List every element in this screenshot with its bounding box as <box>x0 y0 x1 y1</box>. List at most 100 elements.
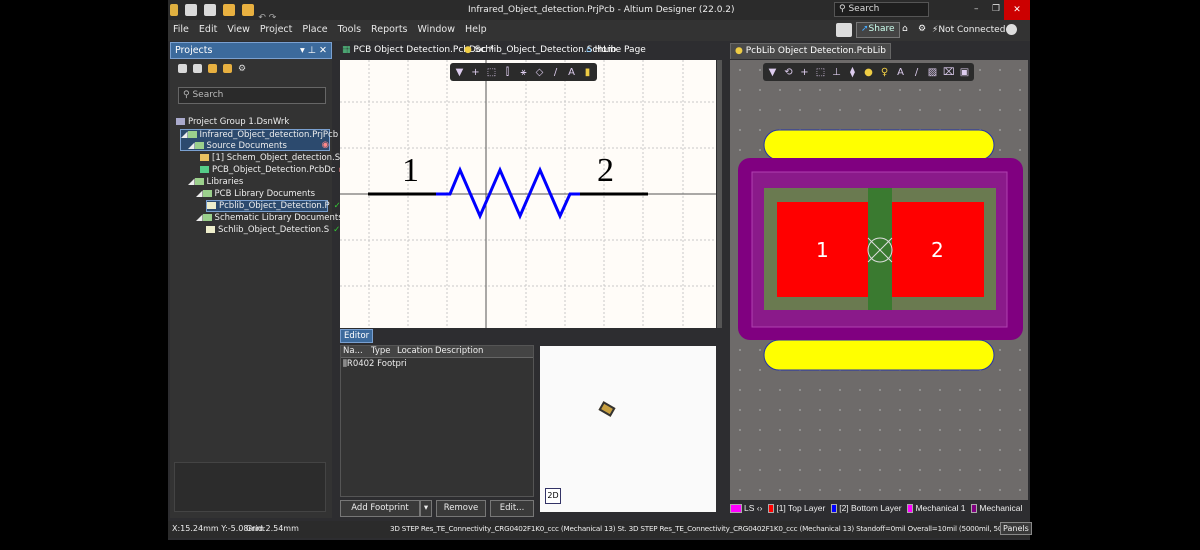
project-icon <box>187 131 197 138</box>
open-icon[interactable] <box>222 4 235 16</box>
filter-icon[interactable]: ▼ <box>454 67 465 78</box>
layer-bottom[interactable]: [2] Bottom Layer <box>831 503 902 514</box>
layer-top[interactable]: [1] Top Layer <box>768 503 825 514</box>
layer-color-swatch <box>768 504 775 514</box>
menu-window[interactable]: Window <box>413 20 460 35</box>
text-icon[interactable]: A <box>566 67 577 78</box>
altium-logo-icon <box>170 4 178 16</box>
table-header: Na... Type Location Description <box>341 346 533 358</box>
edit-button[interactable]: Edit... <box>490 500 534 517</box>
gear-icon[interactable]: ⚙ <box>918 24 926 34</box>
comment-button[interactable] <box>836 23 852 37</box>
editor-tab[interactable]: Editor <box>340 329 374 343</box>
pattern-icon[interactable]: ⧫ <box>847 67 858 78</box>
pin-icon[interactable]: ⚹ <box>518 67 529 78</box>
restore-button[interactable]: ❐ <box>992 4 1000 14</box>
tree-item-pcblib[interactable]: Pcblib_Object_Detection.P ✓ <box>206 200 341 212</box>
line-icon[interactable]: / <box>911 67 922 78</box>
home-icon[interactable]: ⌂ <box>902 24 908 34</box>
ieee-symbol-icon[interactable]: ◇ <box>534 67 545 78</box>
select-icon[interactable]: ⬚ <box>815 67 826 78</box>
open-project-icon[interactable] <box>223 64 232 73</box>
menu-edit[interactable]: Edit <box>194 20 222 35</box>
pad-icon[interactable]: ● <box>863 67 874 78</box>
connection-status[interactable]: ⚡Not Connected <box>932 25 1005 35</box>
tab-pcblib[interactable]: ● PcbLib Object Detection.PcbLib <box>730 43 891 59</box>
add-footprint-dropdown[interactable]: ▾ <box>420 500 432 517</box>
via-icon[interactable]: ♀ <box>879 67 890 78</box>
schematic-canvas[interactable]: 1 2 <box>340 60 716 328</box>
menu-view[interactable]: View <box>222 20 255 35</box>
remove-button[interactable]: Remove <box>436 500 486 517</box>
folder-icon <box>194 142 204 149</box>
save-all-icon[interactable] <box>203 4 216 16</box>
vertical-scrollbar[interactable] <box>717 60 722 328</box>
open-project-icon[interactable] <box>241 4 254 16</box>
footprint-table: Na... Type Location Description ⫼R0402 F… <box>340 345 534 497</box>
route-icon[interactable]: ⟲ <box>783 67 794 78</box>
menu-place[interactable]: Place <box>297 20 332 35</box>
close-button[interactable]: ✕ <box>1004 0 1030 20</box>
layer-mechanical[interactable]: Mechanical <box>971 503 1022 514</box>
user-avatar-icon[interactable] <box>1006 24 1017 35</box>
column-description[interactable]: Description <box>433 346 483 357</box>
tab-label: Home Page <box>594 45 646 55</box>
tree-item-pcb-libraries[interactable]: ◢ PCB Library Documents <box>196 189 315 199</box>
layer-tabs: LS ‹› [1] Top Layer [2] Bottom Layer Mec… <box>730 503 1025 517</box>
save-all-icon[interactable] <box>193 64 202 73</box>
projects-panel-title: Projects <box>175 45 213 56</box>
menu-file[interactable]: File <box>168 20 194 35</box>
projects-search[interactable]: ⚲ Search <box>178 87 326 104</box>
tree-item-sch-libraries[interactable]: ◢ Schematic Library Documents <box>196 213 343 223</box>
tree-item-project-group[interactable]: Project Group 1.DsnWrk <box>176 117 289 127</box>
save-project-icon[interactable] <box>178 64 187 73</box>
save-icon[interactable] <box>184 4 197 16</box>
table-row[interactable]: ⫼R0402 Footpri <box>341 358 533 370</box>
tab-home[interactable]: ⌂ Home Page <box>582 43 650 59</box>
layer-color-swatch <box>907 504 914 514</box>
menu-help[interactable]: Help <box>460 20 492 35</box>
layer-color-swatch <box>831 504 838 514</box>
column-name[interactable]: Na... <box>341 346 367 357</box>
tree-item-schlib[interactable]: Schlib_Object_Detection.S ✓ <box>206 225 340 235</box>
pcblib-canvas[interactable]: 1 2 <box>730 60 1028 500</box>
filter-icon[interactable]: ▼ <box>767 67 778 78</box>
align-icon[interactable]: ⊥ <box>831 67 842 78</box>
3d-preview[interactable]: 2D <box>540 346 716 512</box>
tree-item-schematic[interactable]: [1] Schem_Object_detection.S✓ <box>200 153 351 163</box>
layer-mechanical-1[interactable]: Mechanical 1 <box>907 503 966 514</box>
panels-button[interactable]: Panels <box>1000 522 1032 535</box>
layer-nav-icon[interactable]: ‹› <box>757 503 763 513</box>
menu-reports[interactable]: Reports <box>366 20 412 35</box>
add-footprint-button[interactable]: Add Footprint <box>340 500 420 517</box>
settings-icon[interactable]: ⚙ <box>238 64 246 76</box>
3d-body-icon[interactable]: ▣ <box>959 67 970 78</box>
select-icon[interactable]: ⬚ <box>486 67 497 78</box>
column-location[interactable]: Location <box>395 346 433 357</box>
status-message: 3D STEP Res_TE_Connectivity_CRG0402F1K0_… <box>390 524 1024 533</box>
align-icon[interactable]: ⫿ <box>502 67 513 78</box>
tree-item-pcb[interactable]: PCB_Object_Detection.PcbDc◉ <box>200 165 346 175</box>
minimize-button[interactable]: – <box>974 4 979 14</box>
move-icon[interactable]: + <box>470 67 481 78</box>
panel-controls-icon[interactable]: ▾ ⊥ ✕ <box>300 45 327 56</box>
region-icon[interactable]: ▨ <box>927 67 938 78</box>
line-icon[interactable]: / <box>550 67 561 78</box>
open-folder-icon[interactable] <box>208 64 217 73</box>
share-button[interactable]: ➚Share <box>856 22 900 38</box>
menu-project[interactable]: Project <box>255 20 298 35</box>
layer-set[interactable]: LS ‹› <box>730 503 763 514</box>
view-mode-button[interactable]: 2D <box>545 488 561 504</box>
part-icon[interactable]: ▮ <box>582 67 593 78</box>
tree-label: PCB_Object_Detection.PcbDc <box>212 165 336 175</box>
pin-1-label: 1 <box>402 152 419 189</box>
global-search[interactable]: ⚲ Search <box>834 2 929 17</box>
menu-tools[interactable]: Tools <box>333 20 366 35</box>
text-icon[interactable]: A <box>895 67 906 78</box>
component-icon[interactable]: ⌧ <box>943 67 955 78</box>
tree-item-libraries[interactable]: ◢ Libraries <box>188 177 243 187</box>
column-type[interactable]: Type <box>367 346 395 357</box>
move-icon[interactable]: + <box>799 67 810 78</box>
tree-item-source-documents[interactable]: ◢ Source Documents <box>188 141 287 151</box>
share-icon: ➚ <box>861 24 869 34</box>
